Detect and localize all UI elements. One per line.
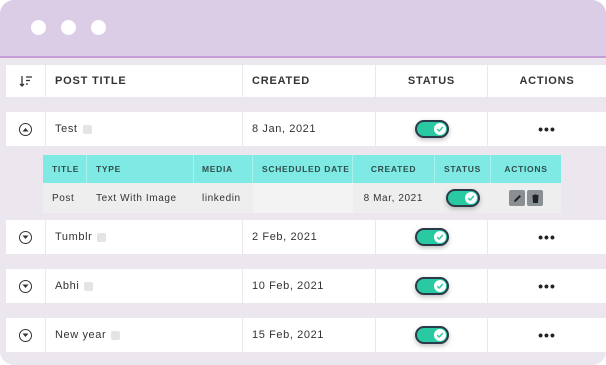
window-dot[interactable] [61, 20, 76, 35]
expand-button[interactable] [6, 269, 46, 303]
sort-button[interactable] [6, 65, 46, 97]
check-icon [465, 192, 477, 204]
chevron-down-icon [19, 230, 32, 244]
pencil-icon [513, 194, 521, 202]
header-created[interactable]: CREATED [243, 65, 376, 97]
sub-header-created: CREATED [353, 155, 435, 183]
table-header: POST TITLE CREATED STATUS ACTIONS [6, 65, 606, 97]
delete-button[interactable] [527, 190, 543, 206]
check-icon [433, 280, 446, 292]
more-actions-button[interactable]: ••• [488, 269, 606, 303]
more-actions-button[interactable]: ••• [488, 112, 606, 146]
sub-scheduled-date [253, 183, 353, 213]
status-toggle[interactable] [414, 228, 449, 246]
status-cell [376, 112, 488, 146]
sort-icon [19, 76, 32, 87]
table-row[interactable]: Abhi 10 Feb, 2021 ••• [6, 269, 606, 303]
created-date: 8 Jan, 2021 [243, 112, 376, 146]
more-icon: ••• [538, 327, 556, 343]
post-title: New year [55, 329, 107, 341]
sub-title: Post [52, 192, 75, 204]
sub-header-scheduled-date: SCHEDULED DATE [253, 155, 353, 183]
post-title-cell: New year [46, 318, 243, 352]
created-date: 2 Feb, 2021 [243, 220, 376, 254]
status-cell [376, 318, 488, 352]
sub-header-title: TITLE [43, 155, 87, 183]
sub-status-cell [435, 183, 491, 213]
check-icon [433, 329, 446, 341]
expand-button[interactable] [6, 318, 46, 352]
collapse-button[interactable] [6, 112, 46, 146]
chevron-up-icon [19, 122, 32, 136]
post-title: Test [55, 123, 78, 135]
expand-button[interactable] [6, 220, 46, 254]
sub-header-status: STATUS [435, 155, 491, 183]
sub-actions-cell [491, 183, 561, 213]
more-actions-button[interactable]: ••• [488, 220, 606, 254]
sub-type: Text With Image [96, 192, 177, 204]
table-row[interactable]: Tumblr 2 Feb, 2021 ••• [6, 220, 606, 254]
edit-icon[interactable] [82, 124, 92, 134]
status-toggle[interactable] [414, 120, 449, 138]
edit-icon[interactable] [97, 232, 107, 242]
post-title-cell: Abhi [46, 269, 243, 303]
trash-icon [532, 193, 538, 203]
sub-header-actions: ACTIONS [504, 164, 548, 174]
post-title: Abhi [55, 280, 80, 292]
edit-icon[interactable] [84, 281, 94, 291]
status-toggle[interactable] [414, 326, 449, 344]
table-row[interactable]: Test 8 Jan, 2021 ••• [6, 112, 606, 146]
post-title: Tumblr [55, 231, 93, 243]
sub-header-media: MEDIA [194, 155, 253, 183]
header-status[interactable]: STATUS [376, 65, 488, 97]
status-toggle[interactable] [414, 277, 449, 295]
created-date: 15 Feb, 2021 [243, 318, 376, 352]
header-post-title[interactable]: POST TITLE [46, 65, 243, 97]
more-icon: ••• [538, 278, 556, 294]
chevron-down-icon [19, 279, 32, 293]
edit-button[interactable] [509, 190, 525, 206]
sub-media: linkedin [202, 192, 241, 204]
window-titlebar [0, 0, 606, 58]
status-cell [376, 269, 488, 303]
chevron-down-icon [19, 328, 32, 342]
more-icon: ••• [538, 229, 556, 245]
app-window: POST TITLE CREATED STATUS ACTIONS Test 8… [0, 0, 606, 365]
check-icon [433, 123, 446, 135]
edit-icon[interactable] [111, 330, 121, 340]
sub-status-toggle[interactable] [446, 189, 480, 207]
post-title-cell: Tumblr [46, 220, 243, 254]
more-icon: ••• [538, 121, 556, 137]
sub-created: 8 Mar, 2021 [363, 192, 423, 204]
sub-table: TITLE TYPE MEDIA SCHEDULED DATE CREATED … [43, 155, 561, 213]
table-row[interactable]: New year 15 Feb, 2021 ••• [6, 318, 606, 352]
window-dot[interactable] [31, 20, 46, 35]
more-actions-button[interactable]: ••• [488, 318, 606, 352]
sub-table-row[interactable]: Post Text With Image linkedin 8 Mar, 202… [43, 183, 561, 213]
header-actions: ACTIONS [519, 75, 575, 87]
sub-header-type: TYPE [87, 155, 194, 183]
window-dot[interactable] [91, 20, 106, 35]
sub-table-header: TITLE TYPE MEDIA SCHEDULED DATE CREATED … [43, 155, 561, 183]
post-title-cell: Test [46, 112, 243, 146]
created-date: 10 Feb, 2021 [243, 269, 376, 303]
check-icon [433, 231, 446, 243]
status-cell [376, 220, 488, 254]
